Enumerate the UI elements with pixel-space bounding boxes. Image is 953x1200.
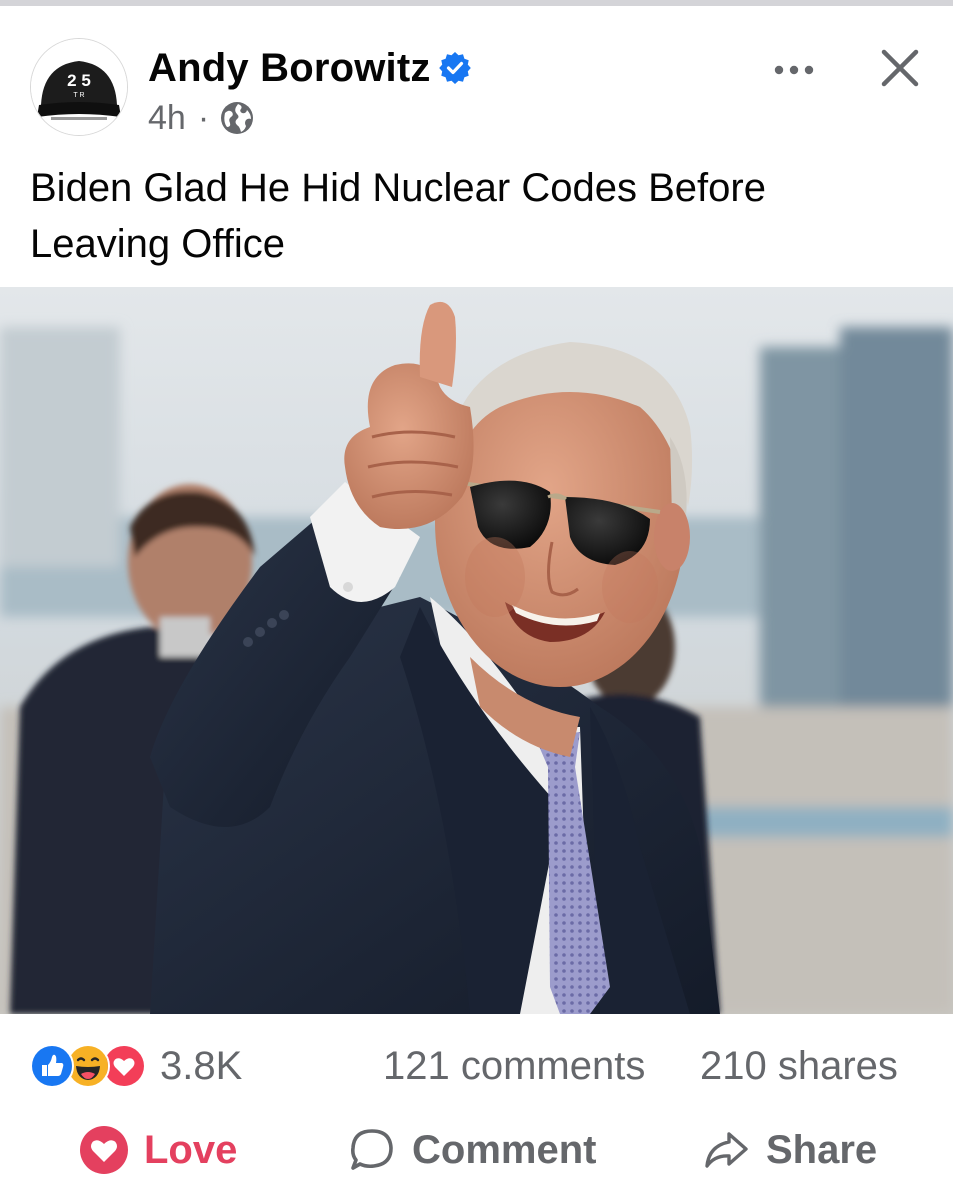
shares-count[interactable]: 210 shares [700,1044,898,1088]
comment-button-label: Comment [412,1127,597,1172]
more-options-button[interactable] [766,50,822,90]
verified-badge-icon [438,52,471,84]
comments-count[interactable]: 121 comments [383,1044,645,1088]
globe-icon [219,100,255,136]
share-icon [702,1126,750,1174]
meta-separator: · [197,98,210,137]
love-button[interactable]: Love [80,1122,237,1178]
love-button-label: Love [144,1127,238,1172]
timestamp[interactable]: 4h [148,99,186,138]
comment-icon [348,1126,396,1174]
share-button[interactable]: Share [702,1122,877,1178]
close-button[interactable] [872,40,928,96]
share-button-label: Share [766,1127,878,1172]
author-name[interactable]: Andy Borowitz [148,46,431,91]
avatar[interactable]: 2 5 T R [30,38,128,136]
post-photo[interactable] [0,287,953,1014]
author-row: Andy Borowitz [148,42,471,94]
post-meta: 4h · [148,96,255,140]
love-icon [80,1126,128,1174]
reaction-count[interactable]: 3.8K [160,1044,242,1089]
like-reaction-icon [30,1044,74,1088]
reactions-summary[interactable]: 3.8K [30,1044,242,1088]
post-text: Biden Glad He Hid Nuclear Codes Before L… [30,166,766,266]
post-actions: Love Comment Share [0,1106,953,1200]
close-icon [881,49,919,87]
avatar-cap-text: 2 5 [67,71,91,90]
comment-button[interactable]: Comment [348,1122,596,1178]
more-dots-icon [774,65,814,75]
avatar-cap-small-text: T R [73,92,84,99]
post-header: 2 5 T R Andy Borowitz 4h · Biden Glad He… [0,6,953,286]
post-stats: 3.8K 121 comments 210 shares [0,1016,953,1106]
